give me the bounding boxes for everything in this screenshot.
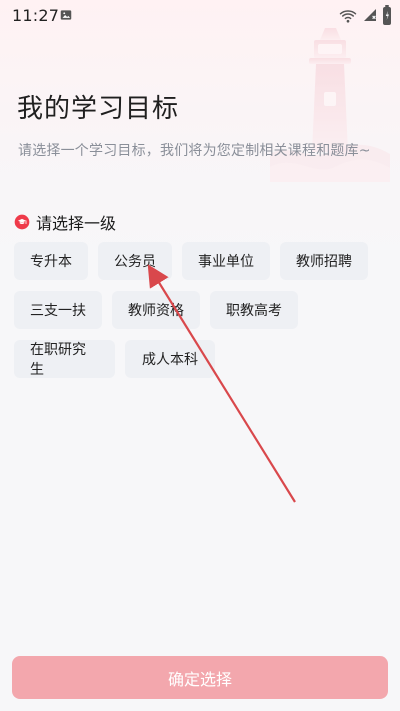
chip-jiaoshizhaopin[interactable]: 教师招聘 xyxy=(280,242,368,280)
signal-icon xyxy=(364,9,376,21)
status-bar: 11:27 xyxy=(0,0,400,32)
chip-row-3: 在职研究生 成人本科 xyxy=(14,340,386,378)
graduation-cap-icon xyxy=(14,214,30,230)
page-title: 我的学习目标 xyxy=(17,94,180,124)
chip-shiyedanwei[interactable]: 事业单位 xyxy=(182,242,270,280)
chip-zhuanshengben[interactable]: 专升本 xyxy=(14,242,88,280)
chip-zaizhiyanjiusheng[interactable]: 在职研究生 xyxy=(14,340,115,378)
chip-list: 专升本 公务员 事业单位 教师招聘 三支一扶 教师资格 职教高考 在职研究生 成… xyxy=(14,242,386,389)
section-title: 请选择一级 xyxy=(36,214,117,233)
chip-gongwuyuan[interactable]: 公务员 xyxy=(98,242,172,280)
confirm-button[interactable]: 确定选择 xyxy=(12,656,388,699)
page-subtitle: 请选择一个学习目标，我们将为您定制相关课程和题库~ xyxy=(18,143,371,159)
photo-icon xyxy=(60,10,72,20)
chip-jiaoshizige[interactable]: 教师资格 xyxy=(112,291,200,329)
chip-row-1: 专升本 公务员 事业单位 教师招聘 xyxy=(14,242,386,280)
section-header: 请选择一级 xyxy=(14,210,116,234)
chip-sanzhiyifu[interactable]: 三支一扶 xyxy=(14,291,102,329)
chip-zhijiaogaokao[interactable]: 职教高考 xyxy=(210,291,298,329)
status-time: 11:27 xyxy=(12,6,60,25)
chip-chengrenbenke[interactable]: 成人本科 xyxy=(125,340,215,378)
chip-row-2: 三支一扶 教师资格 职教高考 xyxy=(14,291,386,329)
wifi-icon xyxy=(339,10,357,23)
battery-icon xyxy=(383,5,391,25)
